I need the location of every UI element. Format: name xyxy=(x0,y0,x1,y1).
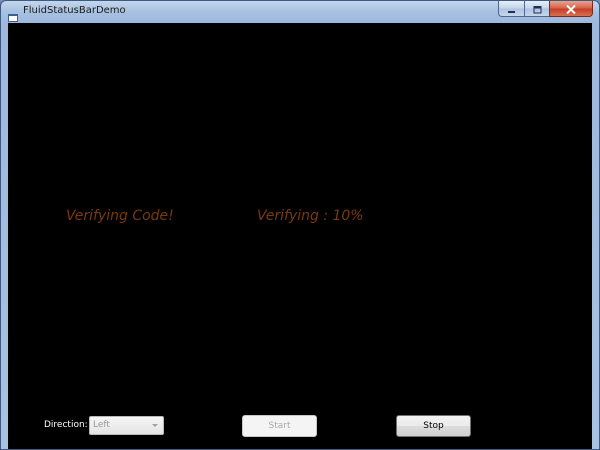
maximize-button[interactable] xyxy=(524,1,549,17)
status-text-left: Verifying Code! xyxy=(66,208,174,224)
close-icon xyxy=(566,1,576,18)
status-text-progress: Verifying : 10% xyxy=(257,208,364,224)
minimize-icon xyxy=(507,1,516,18)
direction-combobox-value: Left xyxy=(93,420,110,430)
app-icon xyxy=(8,7,18,22)
caption-buttons xyxy=(498,1,593,18)
chevron-down-icon xyxy=(152,424,158,427)
stop-button[interactable]: Stop xyxy=(396,415,471,437)
direction-combobox[interactable]: Left xyxy=(89,416,164,435)
title-bar[interactable]: FluidStatusBarDemo xyxy=(1,1,599,22)
close-button[interactable] xyxy=(549,1,593,17)
maximize-icon xyxy=(533,1,542,18)
window-title: FluidStatusBarDemo xyxy=(23,5,126,16)
start-button[interactable]: Start xyxy=(242,415,317,437)
app-window: FluidStatusBarDemo Verifying Code! Verif… xyxy=(0,0,600,450)
direction-label: Direction: xyxy=(44,420,88,430)
minimize-button[interactable] xyxy=(498,1,524,17)
client-area: Verifying Code! Verifying : 10% Directio… xyxy=(8,23,592,449)
